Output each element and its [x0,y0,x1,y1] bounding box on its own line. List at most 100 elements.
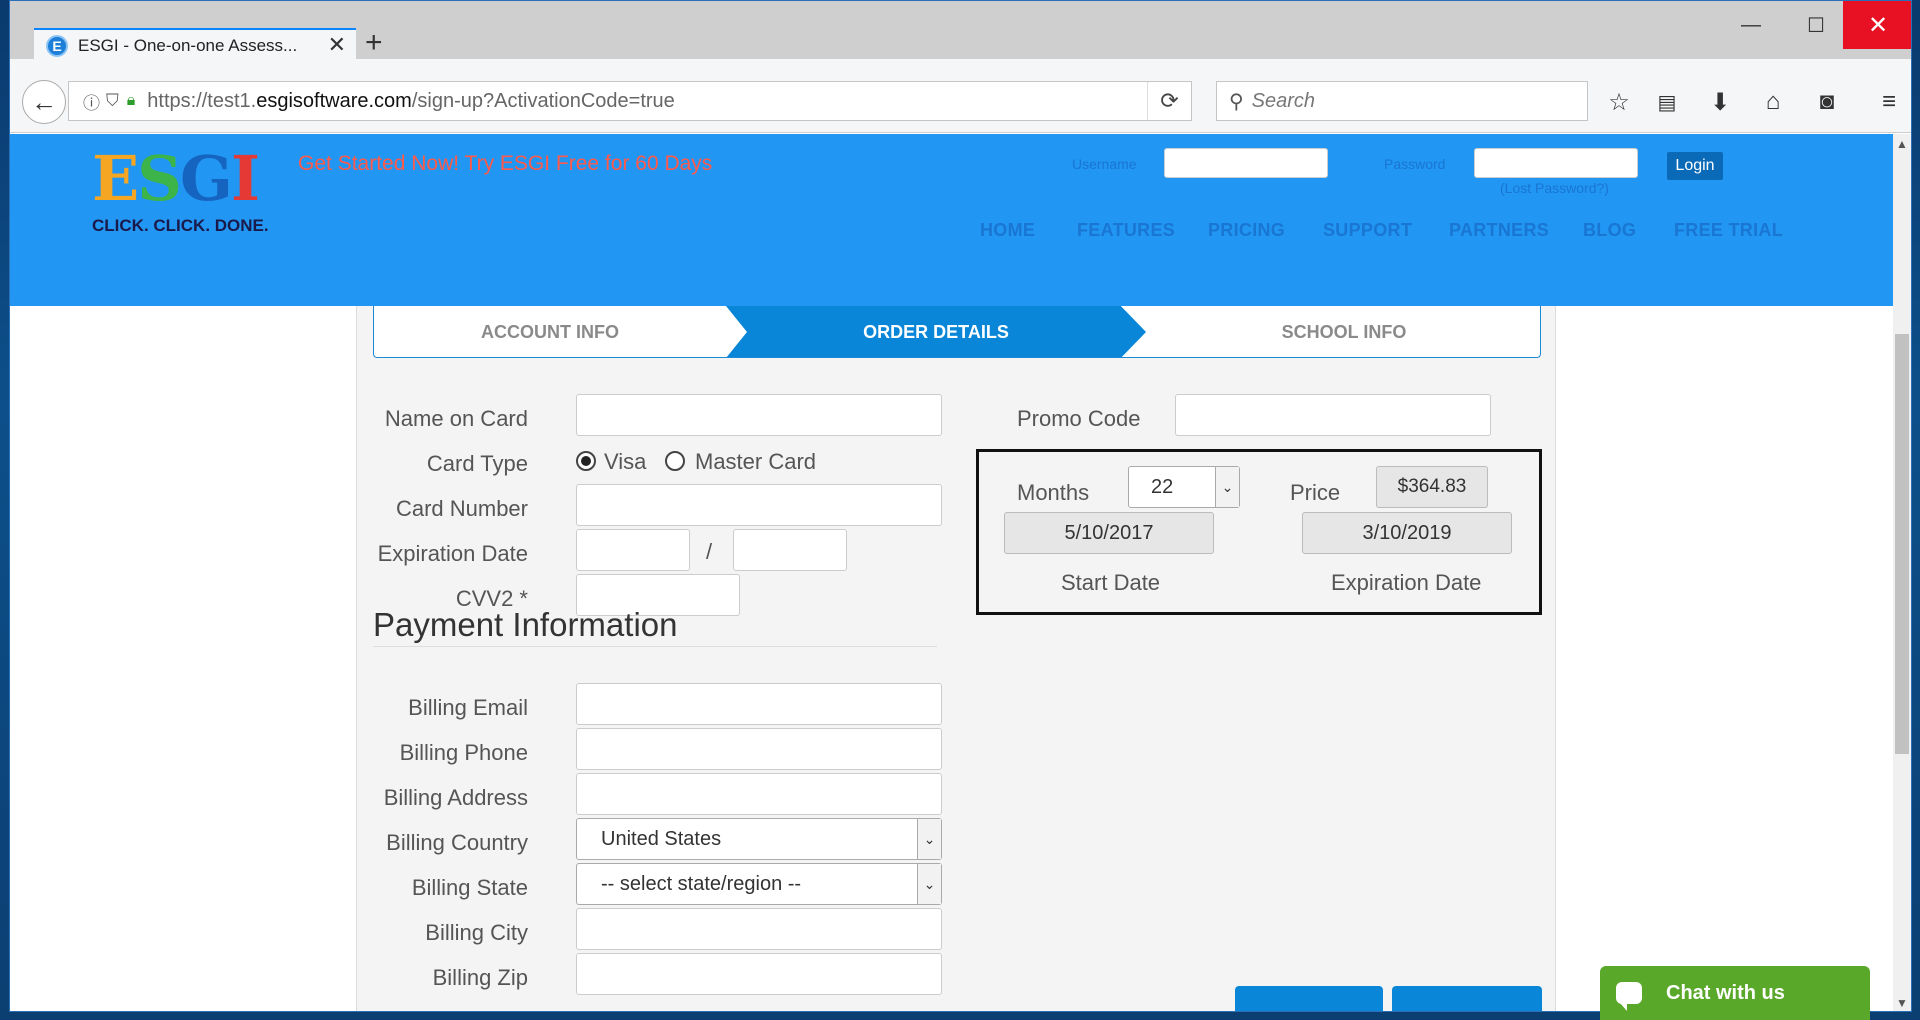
logo-letter-e: E [92,142,139,215]
name-on-card-input[interactable] [576,394,942,436]
billing-state-label: Billing State [411,875,528,900]
months-select[interactable]: 22 ⌄ [1128,466,1240,508]
expiration-year-input[interactable] [733,529,847,571]
billing-phone-input[interactable] [576,728,942,770]
cancel-button[interactable] [1235,986,1383,1011]
billing-country-label: Billing Country [386,830,528,855]
promo-text[interactable]: Get Started Now! Try ESGI Free for 60 Da… [298,152,712,176]
reading-list-icon[interactable]: ▤ [1650,85,1684,119]
search-input[interactable]: ⚲ Search [1216,81,1588,121]
password-input[interactable] [1474,148,1638,178]
chevron-down-icon: ⌄ [1215,467,1239,507]
logo-letter-g: G [180,142,233,215]
search-icon: ⚲ [1229,90,1244,113]
home-icon[interactable]: ⌂ [1756,85,1790,119]
address-bar[interactable]: ⓘ ⛉ 🔒︎ https://test1.esgisoftware.com/si… [68,81,1192,121]
lock-icon[interactable]: 🔒︎ [127,92,136,110]
step-account-info[interactable]: ACCOUNT INFO [374,306,726,357]
step-school-info[interactable]: SCHOOL INFO [1146,306,1540,357]
mastercard-radio[interactable] [665,451,685,471]
mastercard-label[interactable]: Master Card [695,449,816,475]
nav-blog[interactable]: BLOG [1583,220,1636,241]
payment-information-heading: Payment Information [373,606,678,643]
logo-letter-s: S [137,142,182,215]
months-value: 22 [1151,475,1174,498]
reload-icon[interactable]: ⟳ [1147,82,1191,120]
chevron-down-icon: ⌄ [917,864,941,904]
close-window-icon[interactable]: ✕ [1843,1,1911,49]
nav-support[interactable]: SUPPORT [1323,220,1412,241]
username-input[interactable] [1164,148,1328,178]
billing-country-select[interactable]: United States ⌄ [576,818,942,860]
step-order-details[interactable]: ORDER DETAILS [726,306,1146,357]
billing-zip-input[interactable] [576,953,942,995]
browser-window: E ESGI - One-on-one Assess... ✕ + — ☐ ✕ … [9,0,1912,1012]
price-value: $364.83 [1376,466,1488,508]
billing-country-value: United States [601,827,722,850]
chat-bubble-icon [1616,982,1642,1011]
card-number-label: Card Number [395,496,528,521]
username-label: Username [1072,156,1137,172]
nav-features[interactable]: FEATURES [1077,220,1175,241]
scroll-down-icon[interactable]: ▼ [1893,993,1911,1011]
start-date-value: 5/10/2017 [1004,512,1214,554]
download-icon[interactable]: ⬇ [1703,85,1737,119]
scroll-thumb[interactable] [1895,334,1909,754]
expiration-month-input[interactable] [576,529,690,571]
page-content: ESGI CLICK. CLICK. DONE. Get Started Now… [10,134,1895,1011]
billing-email-label: Billing Email [408,695,528,720]
logo-tagline: CLICK. CLICK. DONE. [92,216,269,235]
logo-letters: ESGI [92,144,282,214]
start-date-label: Start Date [1061,570,1161,595]
expiration-date-value: 3/10/2019 [1302,512,1512,554]
minimize-icon[interactable]: — [1716,1,1786,49]
browser-tab[interactable]: E ESGI - One-on-one Assess... ✕ [34,28,356,61]
billing-address-input[interactable] [576,773,942,815]
maximize-icon[interactable]: ☐ [1781,1,1851,49]
back-button[interactable]: ← [22,80,66,124]
tab-close-icon[interactable]: ✕ [328,32,346,58]
esgi-logo: ESGI CLICK. CLICK. DONE. [92,144,282,254]
card-type-label: Card Type [426,451,528,476]
logo-letter-i: I [231,142,260,215]
billing-zip-label: Billing Zip [432,965,528,990]
chevron-down-icon: ⌄ [917,819,941,859]
password-label: Password [1384,156,1446,172]
nav-home[interactable]: HOME [980,220,1035,241]
name-on-card-label: Name on Card [384,406,528,431]
billing-state-value: -- select state/region -- [601,872,802,895]
expiration-date-label: Expiration Date [377,541,528,566]
shield-icon[interactable]: ⛉ [106,91,119,111]
nav-free-trial[interactable]: FREE TRIAL [1674,220,1783,241]
billing-state-select[interactable]: -- select state/region -- ⌄ [576,863,942,905]
expiration-slash: / [706,539,713,564]
billing-email-input[interactable] [576,683,942,725]
site-header: ESGI CLICK. CLICK. DONE. Get Started Now… [10,134,1895,306]
chat-widget-button[interactable]: Chat with us [1600,966,1870,1020]
next-button[interactable] [1392,986,1542,1011]
pocket-icon[interactable]: ◙ [1810,85,1844,119]
visa-label[interactable]: Visa [604,449,646,475]
card-number-input[interactable] [576,484,942,526]
billing-city-input[interactable] [576,908,942,950]
lost-password-link[interactable]: (Lost Password?) [1500,180,1609,196]
billing-phone-label: Billing Phone [399,740,528,765]
promo-code-label: Promo Code [1017,406,1141,431]
price-label: Price [1290,480,1341,505]
nav-pricing[interactable]: PRICING [1208,220,1285,241]
login-button[interactable]: Login [1667,152,1723,180]
favicon-icon: E [46,34,68,57]
info-icon[interactable]: ⓘ [83,89,100,114]
promo-code-input[interactable] [1175,394,1491,436]
scroll-up-icon[interactable]: ▲ [1893,134,1911,154]
divider [373,646,937,647]
new-tab-icon[interactable]: + [365,28,383,58]
step-indicator: ACCOUNT INFO ORDER DETAILS SCHOOL INFO [373,306,1541,358]
url-text[interactable]: https://test1.esgisoftware.com/sign-up?A… [147,90,675,113]
bookmark-star-icon[interactable]: ☆ [1602,85,1636,119]
visa-radio[interactable] [576,451,596,471]
scrollbar[interactable]: ▲ ▼ [1893,134,1911,1011]
menu-icon[interactable]: ≡ [1872,85,1906,119]
nav-partners[interactable]: PARTNERS [1449,220,1549,241]
order-summary-box: Months 22 ⌄ Price $364.83 5/10/2017 3/10… [976,449,1542,615]
